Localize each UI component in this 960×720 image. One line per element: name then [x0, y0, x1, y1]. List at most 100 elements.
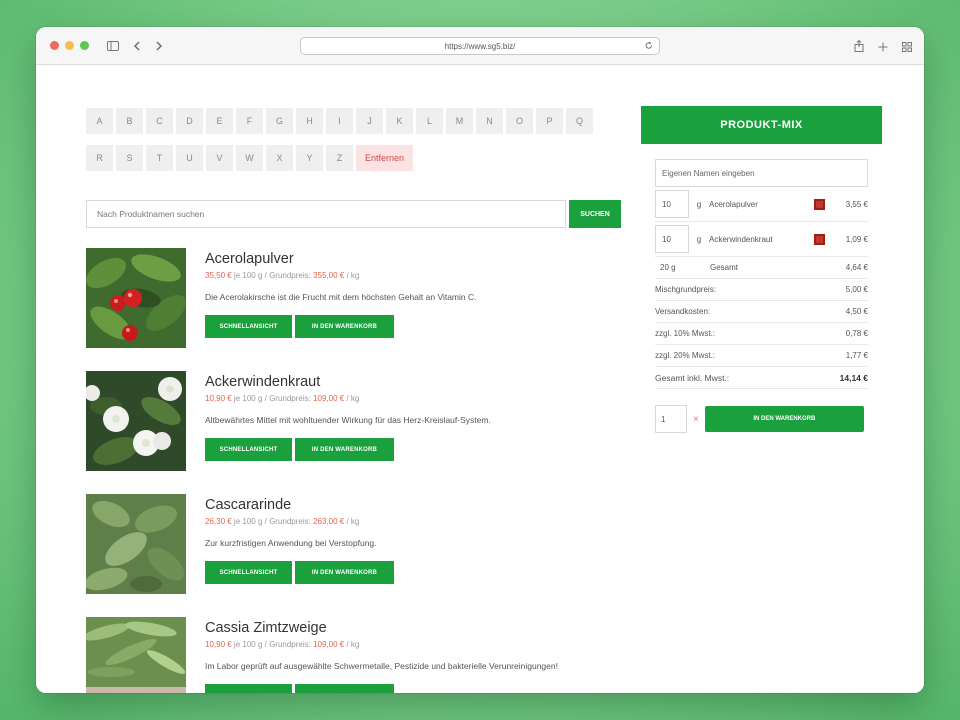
mix-item: 10 g Ackerwindenkraut 1,09 € [655, 222, 868, 257]
times-sign: × [693, 413, 699, 425]
sidebar-icon[interactable] [107, 40, 119, 51]
product-image-ackerwinde[interactable] [86, 371, 186, 471]
delete-item-icon[interactable] [814, 198, 825, 210]
product-name[interactable]: Ackerwindenkraut [205, 374, 491, 390]
remove-filter-button[interactable]: Entfernen [356, 145, 414, 171]
url-text: https://www.sg5.biz/ [444, 41, 516, 51]
tab-overview-icon[interactable] [902, 39, 912, 57]
product-image-cascara[interactable] [86, 494, 186, 594]
mix-item-name: Acerolapulver [709, 199, 758, 209]
letter-filter-j[interactable]: J [356, 108, 383, 134]
letter-filter-k[interactable]: K [386, 108, 413, 134]
product-name[interactable]: Cassia Zimtzweige [205, 620, 558, 636]
mix-name-input[interactable]: Eigenen Namen eingeben [655, 159, 868, 187]
letter-filter-w[interactable]: W [236, 145, 263, 171]
letter-filter-t[interactable]: T [146, 145, 173, 171]
summary-label: Versandkosten: [655, 307, 711, 316]
mix-item-unit: g [696, 234, 702, 244]
product-name[interactable]: Acerolapulver [205, 251, 477, 267]
letter-filter-y[interactable]: Y [296, 145, 323, 171]
summary-row: zzgl. 20% Mwst.: 1,77 € [655, 345, 868, 367]
letter-filter-s[interactable]: S [116, 145, 143, 171]
add-to-cart-button[interactable]: IN DEN WARENKORB [295, 561, 394, 584]
letter-filter-z[interactable]: Z [326, 145, 353, 171]
product-item: Ackerwindenkraut 10,90 € je 100 g / Grun… [86, 371, 646, 471]
alphabet-row: R S T U V W X Y Z Entfernen [86, 145, 606, 171]
forward-icon[interactable] [155, 41, 163, 51]
letter-filter-r[interactable]: R [86, 145, 113, 171]
alphabet-row: ABCDEFGHIJKLMNOPQ [86, 108, 606, 134]
close-window-button[interactable] [50, 41, 59, 50]
letter-filter-x[interactable]: X [266, 145, 293, 171]
minimize-window-button[interactable] [65, 41, 74, 50]
letter-filter-p[interactable]: P [536, 108, 563, 134]
product-name[interactable]: Cascararinde [205, 497, 394, 513]
product-image-cassia[interactable] [86, 617, 186, 693]
summary-value: 0,78 € [845, 329, 868, 338]
mix-item-price: 1,09 € [845, 234, 868, 244]
letter-filter-a[interactable]: A [86, 108, 113, 134]
mix-quantity-input[interactable]: 1 [655, 405, 687, 433]
letter-filter-c[interactable]: C [146, 108, 173, 134]
letter-filter-h[interactable]: H [296, 108, 323, 134]
share-icon[interactable] [854, 39, 864, 57]
mix-item-quantity-input[interactable]: 10 [655, 190, 689, 218]
maximize-window-button[interactable] [80, 41, 89, 50]
browser-window: https://www.sg5.biz/ ABCDEFGHIJKLMNOPQ R… [36, 27, 924, 693]
mix-total-value: 4,64 € [845, 263, 868, 272]
summary-value: 1,77 € [845, 351, 868, 360]
letter-filter-q[interactable]: Q [566, 108, 593, 134]
summary-row: Mischgrundpreis: 5,00 € [655, 279, 868, 301]
address-bar[interactable]: https://www.sg5.biz/ [300, 37, 660, 55]
back-icon[interactable] [133, 41, 141, 51]
letter-filter-v[interactable]: V [206, 145, 233, 171]
summary-label: zzgl. 10% Mwst.: [655, 329, 716, 338]
product-description: Im Labor geprüft auf ausgewählte Schwerm… [205, 661, 558, 671]
mix-add-to-cart-button[interactable]: IN DEN WARENKORB [704, 406, 864, 432]
product-description: Die Acerolakirsche ist die Frucht mit de… [205, 292, 477, 302]
letter-filter-i[interactable]: I [326, 108, 353, 134]
new-tab-icon[interactable] [878, 39, 888, 57]
delete-item-icon[interactable] [814, 233, 825, 245]
letter-filter-l[interactable]: L [416, 108, 443, 134]
add-to-cart-button[interactable]: IN DEN WARENKORB [295, 684, 394, 693]
search-button[interactable]: SUCHEN [569, 200, 621, 228]
quick-view-button[interactable]: SCHNELLANSICHT [205, 438, 292, 461]
reload-icon[interactable] [645, 41, 653, 52]
product-image-acerola[interactable] [86, 248, 186, 348]
summary-value: 5,00 € [845, 285, 868, 294]
letter-filter-o[interactable]: O [506, 108, 533, 134]
letter-filter-d[interactable]: D [176, 108, 203, 134]
letter-filter-f[interactable]: F [236, 108, 263, 134]
product-description: Zur kurzfristigen Anwendung bei Verstopf… [205, 538, 377, 548]
product-mix-title: PRODUKT-MIX [641, 106, 882, 144]
product-item: Acerolapulver 35,50 € je 100 g / Grundpr… [86, 248, 646, 348]
letter-filter-e[interactable]: E [206, 108, 233, 134]
mix-item-name: Ackerwindenkraut [709, 234, 773, 244]
mix-add-row: 1 × IN DEN WARENKORB [655, 405, 868, 433]
browser-titlebar: https://www.sg5.biz/ [36, 27, 924, 65]
quick-view-button[interactable]: SCHNELLANSICHT [205, 315, 292, 338]
product-mix-panel: PRODUKT-MIX Eigenen Namen eingeben 10 g … [641, 106, 882, 433]
mix-item-price: 3,55 € [845, 199, 868, 209]
letter-filter-n[interactable]: N [476, 108, 503, 134]
grand-total-label: Gesamt inkl. Mwst.: [655, 372, 730, 383]
letter-filter-m[interactable]: M [446, 108, 473, 134]
search-input[interactable]: Nach Produktnamen suchen [86, 200, 566, 228]
summary-label: zzgl. 20% Mwst.: [655, 351, 716, 360]
grand-total-value: 14,14 € [839, 372, 868, 383]
product-price: 10,90 € je 100 g / Grundpreis: 109,00 € … [205, 640, 360, 649]
summary-row: zzgl. 10% Mwst.: 0,78 € [655, 323, 868, 345]
letter-filter-g[interactable]: G [266, 108, 293, 134]
quick-view-button[interactable]: SCHNELLANSICHT [205, 561, 292, 584]
alphabet-filter: ABCDEFGHIJKLMNOPQ R S T U V W X Y Z Entfernen [86, 108, 606, 182]
quick-view-button[interactable]: SCHNELLANSICHT [205, 684, 292, 693]
window-controls [50, 41, 89, 50]
mix-item-quantity-input[interactable]: 10 [655, 225, 689, 253]
mix-total-label: Gesamt [710, 263, 739, 272]
product-price: 35,50 € je 100 g / Grundpreis: 355,00 € … [205, 271, 360, 280]
letter-filter-b[interactable]: B [116, 108, 143, 134]
add-to-cart-button[interactable]: IN DEN WARENKORB [295, 315, 394, 338]
add-to-cart-button[interactable]: IN DEN WARENKORB [295, 438, 394, 461]
letter-filter-u[interactable]: U [176, 145, 203, 171]
